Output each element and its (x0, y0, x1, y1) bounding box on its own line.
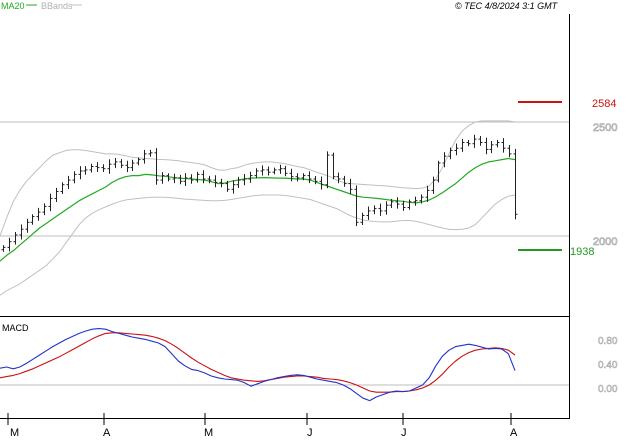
macd-y-tick-0.40: 0.40 (598, 360, 618, 371)
support-value: 1938 (570, 246, 594, 258)
y-tick-label-2000: 2000 (593, 236, 617, 248)
legend-ma20-label: MA20 (1, 1, 25, 11)
copyright-text: © TEC 4/8/2024 3:1 GMT (455, 1, 559, 11)
x-axis: M A M J J A (7, 413, 518, 439)
x-tick-label-a1: A (103, 427, 111, 439)
macd-y-tick-0.00: 0.00 (598, 384, 618, 395)
macd-y-tick-0.80: 0.80 (598, 336, 618, 347)
macd-title: MACD (2, 323, 29, 333)
x-tick-label-a2: A (510, 427, 518, 439)
resistance-value: 2584 (592, 98, 616, 110)
macd-pane: MACD 0.80 0.40 0.00 (0, 323, 618, 402)
macd-line (0, 328, 516, 402)
price-pane (0, 14, 569, 312)
legend-bbands-label: BBands (41, 1, 73, 11)
macd-lines (0, 328, 516, 402)
legend: MA20 BBands (1, 1, 82, 11)
x-tick-label-j1: J (307, 427, 313, 439)
x-tick-label-m1: M (10, 427, 19, 439)
y-tick-label-2500: 2500 (593, 122, 617, 134)
chart-stage: 2500 2000 2584 1938 MA20 BBands © TEC 4/… (0, 1, 618, 439)
price-axis: 2500 2000 2584 1938 (570, 98, 618, 258)
x-tick-label-j2: J (401, 427, 407, 439)
x-tick-label-m2: M (204, 427, 213, 439)
